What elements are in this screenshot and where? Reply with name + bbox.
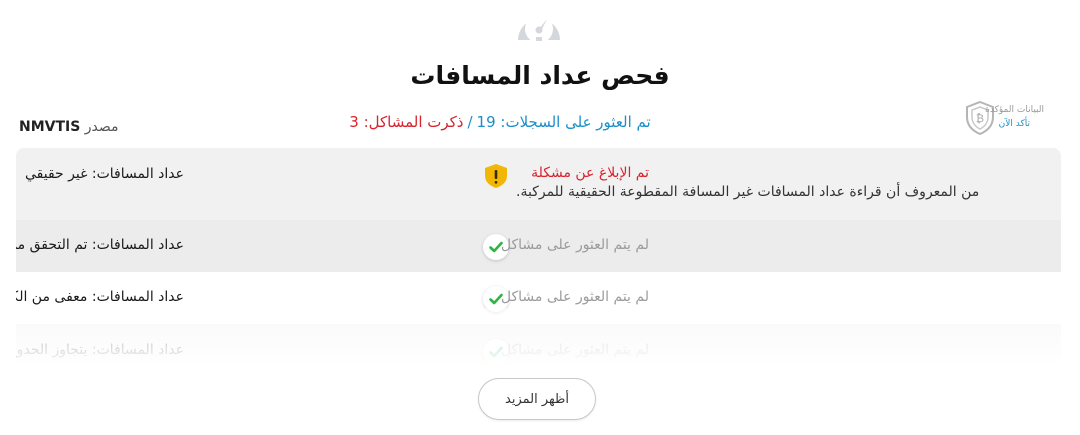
problem-description: .من المعروف أن قراءة عداد المسافات غير ا… (516, 184, 980, 200)
check-label: عداد المسافات: غير حقيقي (24, 166, 184, 182)
check-label: عداد المسافات: تم التحقق من العبث (16, 237, 184, 253)
check-label: عداد المسافات: يتجاوز الحدود الميكانيكية (16, 342, 184, 358)
source-label: مصدر (84, 119, 119, 135)
odometer-checks-table: عداد المسافات: غير حقيقي تم الإبلاغ عن م… (16, 148, 1061, 363)
verified-data-badge[interactable]: ₿ البيانات المؤكدة تأكد الآن (962, 100, 1044, 138)
status-no-issues: لم يتم العثور على مشاكل (500, 237, 649, 253)
summary-separator: / (467, 113, 473, 131)
table-row: عداد المسافات: يتجاوز الحدود الميكانيكية… (16, 324, 1061, 363)
status-no-issues: لم يتم العثور على مشاكل (500, 289, 649, 305)
odometer-check-page: فحص عداد المسافات تم العثور على السجلات:… (0, 0, 1080, 435)
table-row: عداد المسافات: معفى من الكشف عن عداد الم… (16, 272, 1061, 324)
issues-reported-count: ذكرت المشاكل: 3 (349, 113, 464, 131)
verify-now-link[interactable]: تأكد الآن (999, 119, 1030, 129)
status-no-issues: لم يتم العثور على مشاكل (500, 342, 649, 358)
svg-text:₿: ₿ (976, 112, 984, 125)
records-summary: تم العثور على السجلات: 19/ذكرت المشاكل: … (300, 112, 700, 132)
problem-status: تم الإبلاغ عن مشكلة (531, 165, 649, 181)
table-row: عداد المسافات: تم التحقق من العبث لم يتم… (16, 220, 1061, 272)
table-row: عداد المسافات: غير حقيقي تم الإبلاغ عن م… (16, 148, 1061, 220)
source-name: NMVTIS (19, 119, 81, 135)
records-found-count: تم العثور على السجلات: 19 (476, 113, 651, 131)
speedometer-icon (518, 15, 560, 43)
check-label: عداد المسافات: معفى من الكشف عن عداد الم… (16, 289, 184, 305)
page-title: فحص عداد المسافات (410, 61, 670, 90)
warning-icon (485, 164, 507, 188)
show-more-button[interactable]: أظهر المزيد (478, 378, 596, 420)
data-source: NMVTIS مصدر (19, 118, 119, 136)
verified-badge-title: البيانات المؤكدة (985, 105, 1044, 115)
